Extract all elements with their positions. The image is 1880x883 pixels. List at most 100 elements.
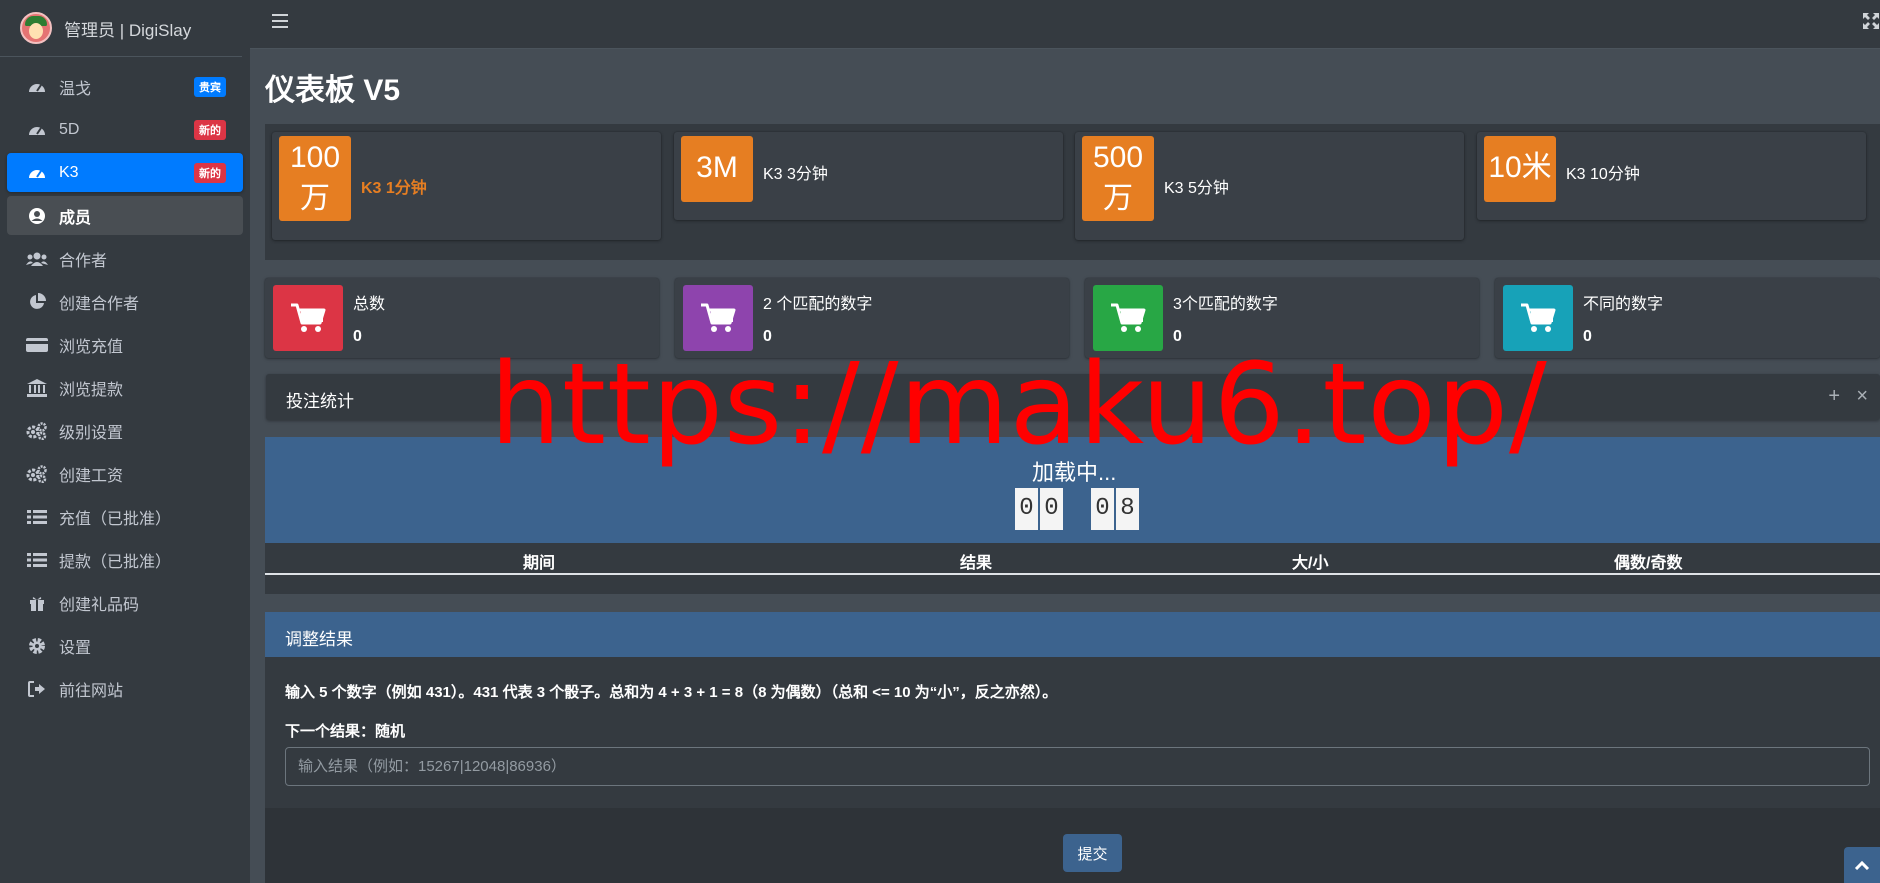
sidebar-item-label: 合作者 [59, 252, 108, 270]
sidebar-item-create-salary[interactable]: 创建工资 [7, 454, 243, 493]
dashboard-icon [25, 121, 49, 139]
stat-label: 2 个匹配的数字 [763, 296, 873, 313]
game-label: K3 3分钟 [763, 166, 828, 183]
game-box-k3-5min[interactable]: 500万 K3 5分钟 [1075, 132, 1464, 240]
adjust-description: 输入 5 个数字（例如 431）。431 代表 3 个骰子。总和为 4 + 3 … [285, 684, 1058, 701]
close-icon[interactable]: × [1856, 386, 1868, 406]
list-icon [25, 551, 49, 569]
gift-icon [25, 594, 49, 612]
sidebar-item-label: 浏览提款 [59, 381, 124, 399]
sidebar-item-create-gift-code[interactable]: 创建礼品码 [7, 583, 243, 622]
column-even-odd: 偶数/奇数 [1614, 555, 1683, 572]
game-box-row: 100万 K3 1分钟 3M K3 3分钟 500万 K3 5分钟 10米 K3… [265, 124, 1880, 260]
card-title: 调整结果 [285, 630, 353, 649]
sidebar-item-label: 设置 [59, 639, 92, 657]
new-badge: 新的 [194, 119, 226, 140]
main-content: 仪表板 V5 100万 K3 1分钟 3M K3 3分钟 500万 K3 5分钟… [250, 49, 1880, 883]
sidebar-item-wingo[interactable]: 温戈 贵宾 [7, 67, 243, 106]
sidebar-item-5d[interactable]: 5D 新的 [7, 110, 243, 149]
cart-icon [273, 285, 343, 351]
card-title: 投注统计 [286, 392, 354, 411]
adjust-result-header: 调整结果 [265, 612, 1880, 657]
game-label: K3 5分钟 [1164, 180, 1229, 197]
new-badge: 新的 [194, 162, 226, 183]
fullscreen-icon[interactable] [1862, 12, 1880, 30]
game-box-k3-10min[interactable]: 10米 K3 10分钟 [1477, 132, 1866, 220]
countdown-digit: 8 [1116, 488, 1139, 530]
sidebar-item-settings[interactable]: 设置 [7, 626, 243, 665]
bet-table-header: 期间 结果 大/小 偶数/奇数 [265, 543, 1880, 575]
sidebar-item-level-settings[interactable]: 级别设置 [7, 411, 243, 450]
column-period: 期间 [523, 555, 556, 572]
cogs-icon [25, 421, 49, 440]
watermark-text: https://maku6.top/ [490, 340, 1548, 470]
sidebar-item-partners[interactable]: 合作者 [7, 239, 243, 278]
expand-plus-icon[interactable]: + [1828, 386, 1840, 406]
sidebar-item-label: 浏览充值 [59, 338, 124, 356]
cog-icon [25, 637, 49, 655]
stat-label: 不同的数字 [1583, 296, 1664, 313]
sidebar-item-k3[interactable]: K3 新的 [7, 153, 243, 192]
sidebar-item-label: 5D [59, 120, 80, 138]
user-circle-icon [25, 207, 49, 225]
result-input[interactable] [285, 747, 1870, 786]
sidebar-item-label: 创建合作者 [59, 295, 140, 313]
topbar [250, 0, 1880, 49]
pie-chart-icon [25, 292, 49, 311]
scroll-to-top-button[interactable] [1844, 847, 1880, 883]
page-title: 仪表板 V5 [265, 74, 401, 107]
sidebar-item-members[interactable]: 成员 [7, 196, 243, 235]
sidebar-nav: 温戈 贵宾 5D 新的 K3 新的 成员 合作者 创建合作者 浏览充值 浏览提款… [0, 57, 250, 708]
brand[interactable]: 管理员 | DigiSlay [0, 0, 242, 57]
stat-label: 3个匹配的数字 [1173, 296, 1278, 313]
stat-value: 0 [353, 328, 362, 345]
countdown-digit: 0 [1015, 488, 1038, 530]
game-box-k3-3min[interactable]: 3M K3 3分钟 [674, 132, 1063, 220]
game-value: 100万 [279, 136, 351, 221]
submit-button[interactable]: 提交 [1063, 834, 1122, 872]
column-big-small: 大/小 [1292, 555, 1329, 572]
game-label: K3 1分钟 [361, 180, 427, 197]
next-result-label: 下一个结果：随机 [285, 723, 406, 740]
game-value: 500万 [1082, 136, 1154, 221]
sidebar-item-label: K3 [59, 163, 79, 181]
dashboard-icon [25, 78, 49, 96]
brand-title: 管理员 | DigiSlay [64, 20, 192, 40]
sidebar-item-label: 提款（已批准） [59, 553, 172, 571]
sidebar-item-label: 温戈 [59, 80, 92, 98]
sidebar-item-go-website[interactable]: 前往网站 [7, 669, 243, 708]
column-result: 结果 [960, 555, 993, 572]
avatar [20, 12, 52, 44]
menu-toggle-icon[interactable] [272, 14, 288, 28]
sidebar-item-browse-withdraw[interactable]: 浏览提款 [7, 368, 243, 407]
users-icon [25, 250, 49, 268]
adjust-result-card: 调整结果 输入 5 个数字（例如 431）。431 代表 3 个骰子。总和为 4… [265, 612, 1880, 883]
sidebar-item-label: 创建工资 [59, 467, 124, 485]
sidebar-item-create-partner[interactable]: 创建合作者 [7, 282, 243, 321]
credit-card-icon [25, 336, 49, 354]
stat-value: 0 [1583, 328, 1592, 345]
dashboard-icon [25, 164, 49, 182]
cogs-icon [25, 464, 49, 483]
sidebar-item-label: 充值（已批准） [59, 510, 172, 528]
sidebar: 管理员 | DigiSlay 温戈 贵宾 5D 新的 K3 新的 成员 合作者 … [0, 0, 250, 883]
sidebar-item-label: 创建礼品码 [59, 596, 140, 614]
vip-badge: 贵宾 [194, 76, 226, 97]
sidebar-item-withdraw-approved[interactable]: 提款（已批准） [7, 540, 243, 579]
countdown-digit: 0 [1040, 488, 1063, 530]
sidebar-item-label: 成员 [59, 209, 92, 227]
sidebar-item-label: 级别设置 [59, 424, 124, 442]
list-icon [25, 508, 49, 526]
chevron-up-icon [1854, 860, 1870, 870]
countdown-timer: 0 0 0 8 [1015, 488, 1141, 530]
sidebar-item-browse-recharge[interactable]: 浏览充值 [7, 325, 243, 364]
sidebar-item-label: 前往网站 [59, 682, 124, 700]
game-label: K3 10分钟 [1566, 166, 1640, 183]
game-value: 3M [681, 136, 753, 202]
stat-label: 总数 [353, 296, 386, 313]
game-box-k3-1min[interactable]: 100万 K3 1分钟 [272, 132, 661, 240]
sign-out-icon [25, 680, 49, 698]
countdown-digit: 0 [1091, 488, 1114, 530]
sidebar-item-recharge-approved[interactable]: 充值（已批准） [7, 497, 243, 536]
stat-box-different: 不同的数字 0 [1495, 278, 1880, 358]
